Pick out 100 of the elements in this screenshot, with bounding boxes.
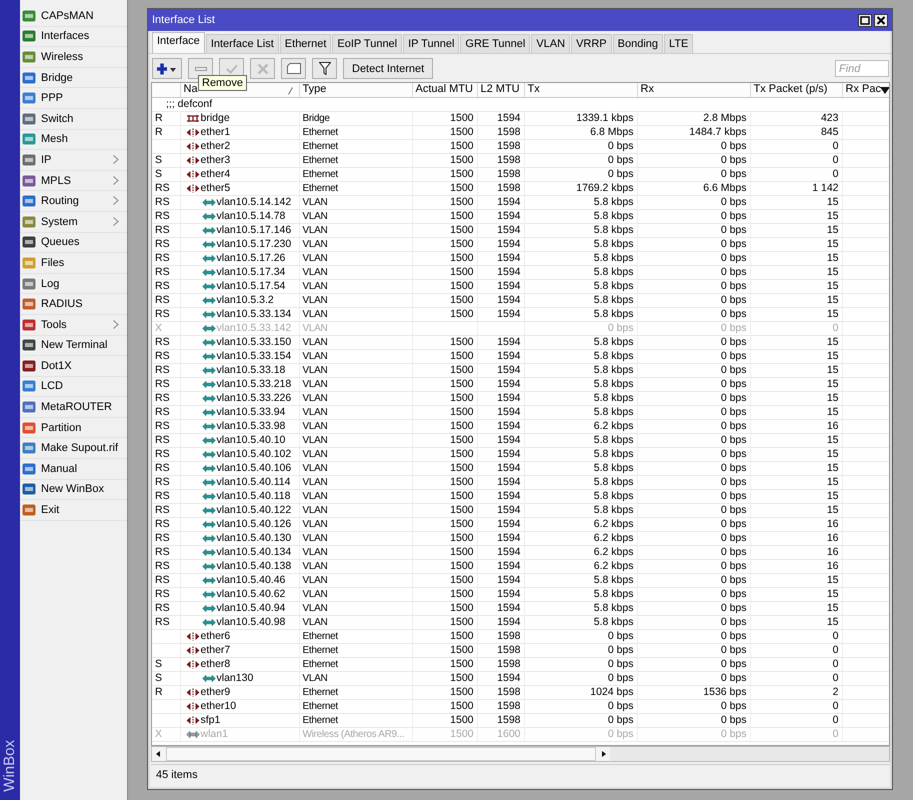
table-row[interactable]: S ether8 Ethernet 1500 1598 0 bps 0 bps 0 [152, 657, 889, 671]
horizontal-scrollbar[interactable] [151, 746, 890, 762]
tab[interactable]: Interface List [206, 34, 279, 53]
table-row[interactable]: RS vlan10.5.40.94 VLAN 1500 1594 5.8 kbps 0 bps 15 [152, 601, 889, 615]
tab[interactable]: IP Tunnel [403, 34, 460, 53]
sidebar-item[interactable]: Queues [20, 232, 127, 254]
tab[interactable]: Bonding [612, 34, 664, 53]
column-header[interactable]: Type [299, 83, 412, 97]
table-row[interactable]: RS vlan10.5.40.106 VLAN 1500 1594 5.8 kbps 0 bps 15 [152, 461, 889, 475]
table-row[interactable]: RS vlan10.5.33.150 VLAN 1500 1594 5.8 kbps 0 bps 15 [152, 335, 889, 349]
table-row[interactable]: R bridge Bridge 1500 1594 1339.1 kbps 2.8 Mbps 423 [152, 111, 889, 125]
sidebar-item[interactable]: PPP [20, 88, 127, 109]
table-row[interactable]: RS vlan10.5.40.62 VLAN 1500 1594 5.8 kbps 0 bps 15 [152, 587, 889, 601]
sidebar-item[interactable]: Switch [20, 108, 127, 130]
tab[interactable]: VRRP [571, 34, 612, 53]
tab[interactable]: Interface [152, 32, 205, 53]
sidebar-item[interactable]: Make Supout.rif [20, 438, 127, 460]
table-row[interactable]: RS vlan10.5.40.102 VLAN 1500 1594 5.8 kbps 0 bps 15 [152, 447, 889, 461]
dropdown-icon[interactable] [880, 87, 889, 94]
table-row[interactable]: RS ether5 Ethernet 1500 1598 1769.2 kbps 6.6 Mbps 1 142 [152, 181, 889, 195]
sidebar-item[interactable]: Bridge [20, 68, 127, 88]
table-row[interactable]: RS vlan10.5.40.130 VLAN 1500 1594 6.2 kbps 0 bps 16 [152, 531, 889, 545]
table-row[interactable]: S ether4 Ethernet 1500 1598 0 bps 0 bps 0 [152, 167, 889, 181]
table-row[interactable]: RS vlan10.5.40.134 VLAN 1500 1594 6.2 kbps 0 bps 16 [152, 545, 889, 559]
sidebar-item[interactable]: RADIUS [20, 294, 127, 315]
table-row[interactable]: ether2 Ethernet 1500 1598 0 bps 0 bps 0 [152, 139, 889, 153]
tab[interactable]: LTE [664, 34, 694, 53]
tab[interactable]: VLAN [531, 34, 570, 53]
flags-cell: RS [152, 223, 180, 237]
table-row[interactable]: RS vlan10.5.17.34 VLAN 1500 1594 5.8 kbps 0 bps 15 [152, 265, 889, 279]
table-row[interactable]: RS vlan10.5.17.54 VLAN 1500 1594 5.8 kbps 0 bps 15 [152, 279, 889, 293]
table-row[interactable]: RS vlan10.5.40.122 VLAN 1500 1594 5.8 kbps 0 bps 15 [152, 503, 889, 517]
table-row[interactable]: ether10 Ethernet 1500 1598 0 bps 0 bps 0 [152, 699, 889, 713]
filter-button[interactable] [312, 58, 337, 79]
sidebar-item[interactable]: Tools [20, 314, 127, 336]
column-header[interactable]: Rx Pac [842, 83, 889, 97]
scroll-right-icon[interactable] [596, 747, 610, 761]
column-header[interactable]: Actual MTU [412, 83, 477, 97]
find-field[interactable]: Find [835, 60, 889, 77]
table-row[interactable]: RS vlan10.5.40.10 VLAN 1500 1594 5.8 kbps 0 bps 15 [152, 433, 889, 447]
table-row[interactable]: RS vlan10.5.33.226 VLAN 1500 1594 5.8 kbps 0 bps 15 [152, 391, 889, 405]
table-row[interactable]: RS vlan10.5.3.2 VLAN 1500 1594 5.8 kbps 0 bps 15 [152, 293, 889, 307]
sidebar-item[interactable]: Exit [20, 500, 127, 521]
sidebar-item[interactable]: LCD [20, 376, 127, 398]
add-button[interactable] [152, 58, 182, 79]
tx-packet-cell: 15 [750, 503, 842, 517]
table-row[interactable]: RS vlan10.5.33.154 VLAN 1500 1594 5.8 kbps 0 bps 15 [152, 349, 889, 363]
table-row[interactable]: RS vlan10.5.17.146 VLAN 1500 1594 5.8 kbps 0 bps 15 [152, 223, 889, 237]
column-header[interactable]: L2 MTU [477, 83, 524, 97]
sidebar-item[interactable]: MetaROUTER [20, 397, 127, 418]
table-row[interactable]: S vlan130 VLAN 1500 1594 0 bps 0 bps 0 [152, 671, 889, 685]
sidebar-item[interactable]: Log [20, 274, 127, 294]
sidebar-item[interactable]: Routing [20, 191, 127, 212]
sidebar-item[interactable]: Manual [20, 459, 127, 480]
detect-internet-button[interactable]: Detect Internet [343, 58, 434, 79]
sidebar-item[interactable]: Files [20, 253, 127, 274]
table-row[interactable]: RS vlan10.5.33.98 VLAN 1500 1594 6.2 kbps 0 bps 16 [152, 419, 889, 433]
table-row[interactable]: RS vlan10.5.33.18 VLAN 1500 1594 5.8 kbps 0 bps 15 [152, 363, 889, 377]
table-row[interactable]: RS vlan10.5.40.98 VLAN 1500 1594 5.8 kbps 0 bps 15 [152, 615, 889, 629]
scroll-left-icon[interactable] [152, 747, 166, 761]
table-row[interactable]: ether7 Ethernet 1500 1598 0 bps 0 bps 0 [152, 643, 889, 657]
table-row[interactable]: ether6 Ethernet 1500 1598 0 bps 0 bps 0 [152, 629, 889, 643]
table-row[interactable]: R ether9 Ethernet 1500 1598 1024 bps 1536 bps 2 [152, 685, 889, 699]
sidebar-item[interactable]: Mesh [20, 130, 127, 150]
table-row[interactable]: RS vlan10.5.17.230 VLAN 1500 1594 5.8 kbps 0 bps 15 [152, 237, 889, 251]
table-row[interactable]: sfp1 Ethernet 1500 1598 0 bps 0 bps 0 [152, 713, 889, 727]
sidebar-item[interactable]: CAPsMAN [20, 6, 127, 27]
sidebar-item[interactable]: Dot1X [20, 356, 127, 377]
tab[interactable]: Ethernet [280, 34, 332, 53]
table-row[interactable]: RS vlan10.5.14.142 VLAN 1500 1594 5.8 kbps 0 bps 15 [152, 195, 889, 209]
sidebar-item[interactable]: New WinBox [20, 480, 127, 500]
table-row[interactable]: RS vlan10.5.14.78 VLAN 1500 1594 5.8 kbps 0 bps 15 [152, 209, 889, 223]
column-header[interactable]: Tx [524, 83, 637, 97]
table-row[interactable]: S ether3 Ethernet 1500 1598 0 bps 0 bps 0 [152, 153, 889, 167]
table-row[interactable]: RS vlan10.5.33.134 VLAN 1500 1594 5.8 kbps 0 bps 15 [152, 307, 889, 321]
table-row[interactable]: RS vlan10.5.17.26 VLAN 1500 1594 5.8 kbps 0 bps 15 [152, 251, 889, 265]
comment-button[interactable] [281, 58, 306, 79]
remove-button[interactable] [188, 58, 213, 79]
table-row[interactable]: RS vlan10.5.33.218 VLAN 1500 1594 5.8 kbps 0 bps 15 [152, 377, 889, 391]
table-row[interactable]: RS vlan10.5.33.94 VLAN 1500 1594 5.8 kbps 0 bps 15 [152, 405, 889, 419]
table-row[interactable]: RS vlan10.5.40.138 VLAN 1500 1594 6.2 kbps 0 bps 16 [152, 559, 889, 573]
column-header[interactable]: Rx [637, 83, 750, 97]
sidebar-item[interactable]: Wireless [20, 47, 127, 68]
sidebar-item[interactable]: Interfaces [20, 26, 127, 48]
tab[interactable]: EoIP Tunnel [332, 34, 402, 53]
sidebar-item[interactable]: MPLS [20, 170, 127, 192]
close-button[interactable] [874, 14, 888, 26]
sidebar-item[interactable]: New Terminal [20, 336, 127, 356]
sidebar-item[interactable]: System [20, 212, 127, 233]
tab[interactable]: GRE Tunnel [460, 34, 530, 53]
maximize-button[interactable] [858, 14, 872, 26]
column-header[interactable]: Tx Packet (p/s) [750, 83, 842, 97]
table-row[interactable]: RS vlan10.5.40.126 VLAN 1500 1594 6.2 kbps 0 bps 16 [152, 517, 889, 531]
table-row[interactable]: RS vlan10.5.40.114 VLAN 1500 1594 5.8 kbps 0 bps 15 [152, 475, 889, 489]
sidebar-item[interactable]: Partition [20, 418, 127, 438]
table-row[interactable]: RS vlan10.5.40.46 VLAN 1500 1594 5.8 kbps 0 bps 15 [152, 573, 889, 587]
scroll-thumb[interactable] [166, 747, 596, 761]
table-row[interactable]: R ether1 Ethernet 1500 1598 6.8 Mbps 1484.7 kbps 845 [152, 125, 889, 139]
sidebar-item[interactable]: IP [20, 150, 127, 171]
table-row[interactable]: RS vlan10.5.40.118 VLAN 1500 1594 5.8 kbps 0 bps 15 [152, 489, 889, 503]
